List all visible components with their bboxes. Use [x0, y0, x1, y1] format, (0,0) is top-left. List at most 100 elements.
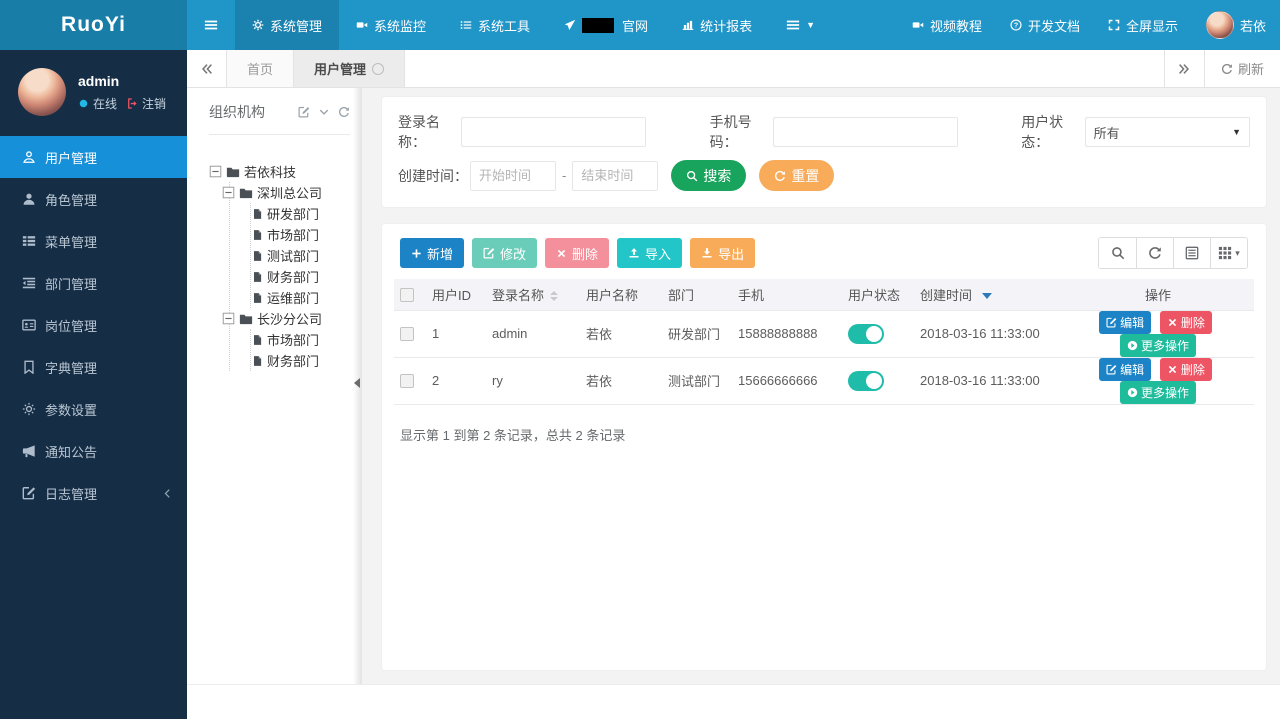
- tree-node-dept[interactable]: 财务部门: [251, 266, 354, 287]
- fullscreen-icon: [1108, 19, 1120, 31]
- plus-icon: [411, 248, 422, 259]
- nav-item-system-manage[interactable]: 系统管理: [235, 0, 340, 50]
- nav-item-system-monitor[interactable]: 系统监控: [339, 0, 443, 50]
- nav-item-fullscreen[interactable]: 全屏显示: [1094, 0, 1192, 50]
- tree-node-dept[interactable]: 市场部门: [251, 329, 354, 350]
- export-button[interactable]: 导出: [690, 238, 756, 268]
- minus-square-icon[interactable]: [209, 165, 222, 178]
- row-edit-button[interactable]: 编辑: [1099, 310, 1152, 334]
- user-table: 用户ID 登录名称 用户名称 部门 手机 用户状态 创建时间 操作 1 admi…: [394, 279, 1254, 405]
- import-button[interactable]: 导入: [617, 238, 683, 268]
- add-button[interactable]: 新增: [400, 238, 465, 268]
- reset-button[interactable]: 重置: [759, 160, 835, 191]
- nav-item-user-profile[interactable]: 若依: [1192, 0, 1280, 50]
- delete-button[interactable]: 删除: [545, 238, 610, 268]
- sidebar-item-notice[interactable]: 通知公告: [0, 430, 187, 472]
- nav-item-statistics[interactable]: 统计报表: [665, 0, 769, 50]
- video-icon: [912, 19, 924, 31]
- user-status-label: 用户状态：: [1021, 114, 1064, 150]
- col-created[interactable]: 创建时间: [914, 279, 1062, 311]
- user-icon: [22, 150, 36, 164]
- row-delete-button[interactable]: 删除: [1159, 310, 1212, 334]
- double-chevron-left-icon: [200, 62, 214, 76]
- status-toggle[interactable]: [848, 370, 884, 391]
- sidebar-item-dict-manage[interactable]: 字典管理: [0, 346, 187, 388]
- tree-node-branch[interactable]: 长沙分公司: [222, 308, 354, 329]
- col-login-name[interactable]: 登录名称: [486, 279, 580, 311]
- columns-button[interactable]: ▾: [1210, 238, 1247, 268]
- sidebar-toggle-button[interactable]: [187, 0, 235, 50]
- role-user-icon: [22, 192, 36, 206]
- tree-node-dept[interactable]: 财务部门: [251, 350, 354, 371]
- sidebar-item-log-manage[interactable]: 日志管理: [0, 472, 187, 514]
- row-edit-button[interactable]: 编辑: [1099, 357, 1152, 381]
- sidebar-item-menu-manage[interactable]: 菜单管理: [0, 220, 187, 262]
- row-more-button[interactable]: 更多操作: [1119, 380, 1196, 404]
- tree-splitter-handle[interactable]: [353, 88, 362, 684]
- table-row[interactable]: 1 admin 若依 研发部门 15888888888 2018-03-16 1…: [394, 310, 1254, 358]
- camcorder-icon: [356, 19, 368, 31]
- sort-desc-icon: [982, 293, 993, 300]
- sidebar-user-panel: admin 在线 注销: [0, 50, 187, 132]
- tab-bar: 首页 用户管理 刷新: [187, 50, 1280, 88]
- tab-home[interactable]: 首页: [227, 50, 295, 87]
- gear-icon: [252, 19, 264, 31]
- tree-node-root[interactable]: 若依科技: [209, 161, 354, 182]
- tree-refresh-icon[interactable]: [338, 106, 350, 118]
- tree-node-dept[interactable]: 市场部门: [251, 224, 354, 245]
- toggle-view-button[interactable]: [1173, 238, 1210, 268]
- row-checkbox[interactable]: [400, 327, 414, 342]
- sign-out-icon: [127, 98, 138, 109]
- nav-item-official-site[interactable]: 官网: [547, 0, 665, 50]
- row-more-button[interactable]: 更多操作: [1119, 333, 1196, 357]
- start-time-input[interactable]: [470, 160, 556, 191]
- nav-item-video-tutorial[interactable]: 视频教程: [898, 0, 996, 50]
- tab-user-manage[interactable]: 用户管理: [294, 50, 406, 87]
- tabs-scroll-right-button[interactable]: [1163, 50, 1204, 87]
- chevron-left-icon: [162, 488, 173, 499]
- table-row[interactable]: 2 ry 若依 测试部门 15666666666 2018-03-16 11:3…: [394, 357, 1254, 405]
- login-name-input[interactable]: [461, 117, 647, 147]
- tree-node-dept[interactable]: 测试部门: [251, 245, 354, 266]
- minus-square-icon[interactable]: [222, 312, 235, 325]
- online-dot-icon: [78, 98, 89, 109]
- user-avatar[interactable]: [18, 68, 66, 116]
- end-time-input[interactable]: [572, 160, 659, 191]
- org-tree-title: 组织机构: [209, 104, 265, 120]
- tabs-scroll-left-button[interactable]: [187, 50, 227, 87]
- select-all-checkbox[interactable]: [400, 288, 414, 303]
- sidebar-item-param-settings[interactable]: 参数设置: [0, 388, 187, 430]
- sidebar-item-user-manage[interactable]: 用户管理: [0, 136, 187, 178]
- th-list-icon: [22, 234, 36, 248]
- row-checkbox[interactable]: [400, 374, 414, 389]
- phone-input[interactable]: [773, 117, 959, 147]
- edit-button[interactable]: 修改: [472, 238, 538, 268]
- sidebar-item-role-manage[interactable]: 角色管理: [0, 178, 187, 220]
- toggle-search-button[interactable]: [1099, 238, 1136, 268]
- col-status: 用户状态: [842, 279, 914, 311]
- footer-strip: [187, 684, 1280, 719]
- minus-square-icon[interactable]: [222, 186, 235, 199]
- nav-item-more-menu[interactable]: ▼: [769, 0, 832, 50]
- refresh-table-button[interactable]: [1136, 238, 1173, 268]
- tree-node-dept[interactable]: 研发部门: [251, 203, 354, 224]
- search-button[interactable]: 搜索: [671, 160, 747, 191]
- refresh-tab-button[interactable]: 刷新: [1203, 50, 1280, 87]
- x-icon: [1167, 364, 1178, 375]
- status-toggle[interactable]: [848, 323, 884, 344]
- logout-link[interactable]: 注销: [142, 95, 166, 112]
- bookmark-icon: [22, 360, 36, 374]
- row-delete-button[interactable]: 删除: [1159, 357, 1212, 381]
- tree-edit-icon[interactable]: [298, 106, 310, 118]
- tab-close-icon[interactable]: [372, 62, 385, 75]
- nav-item-system-tools[interactable]: 系统工具: [443, 0, 547, 50]
- sidebar-item-post-manage[interactable]: 岗位管理: [0, 304, 187, 346]
- tree-node-company[interactable]: 深圳总公司: [222, 182, 354, 203]
- sidebar-item-dept-manage[interactable]: 部门管理: [0, 262, 187, 304]
- user-status-select[interactable]: 所有 ▼: [1084, 117, 1251, 147]
- file-icon: [251, 271, 263, 283]
- col-user-name: 用户名称: [580, 279, 662, 311]
- tree-node-dept[interactable]: 运维部门: [251, 287, 354, 308]
- nav-item-dev-docs[interactable]: 开发文档: [996, 0, 1094, 50]
- tree-collapse-icon[interactable]: [318, 106, 330, 118]
